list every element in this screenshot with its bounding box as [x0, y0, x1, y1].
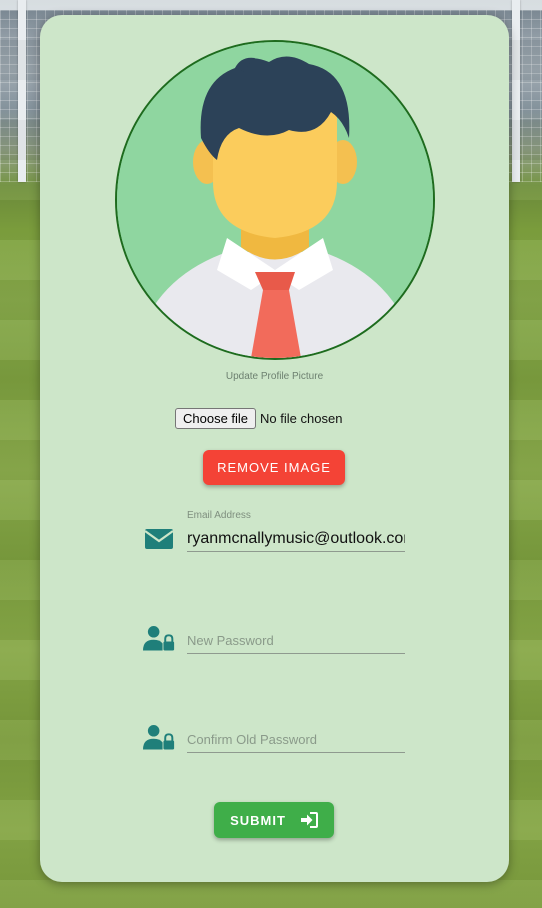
submit-button-label: SUBMIT	[230, 812, 286, 828]
background-goal-post-left	[18, 0, 26, 182]
confirm-password-field-group	[143, 719, 405, 769]
sign-in-icon	[300, 812, 318, 828]
email-field-group: Email Address	[143, 509, 405, 559]
file-status-text: No file chosen	[260, 410, 343, 426]
file-input[interactable]: Choose file No file chosen	[175, 407, 342, 429]
remove-image-button[interactable]: REMOVE IMAGE	[203, 450, 345, 485]
update-profile-picture-caption: Update Profile Picture	[225, 371, 324, 382]
default-avatar-icon	[117, 42, 433, 358]
user-lock-icon	[143, 626, 175, 651]
confirm-old-password-input[interactable]	[187, 727, 405, 753]
submit-button[interactable]: SUBMIT	[214, 802, 334, 838]
background-goal-post-right	[512, 0, 520, 182]
envelope-icon	[144, 529, 174, 549]
profile-picture	[115, 40, 435, 360]
email-label: Email Address	[187, 510, 251, 521]
background-goal-crossbar	[0, 0, 542, 10]
choose-file-button[interactable]: Choose file	[175, 407, 257, 429]
user-lock-icon	[143, 725, 175, 750]
profile-settings-card: Update Profile Picture Choose file No fi…	[40, 15, 509, 882]
new-password-field-group	[143, 620, 405, 670]
new-password-input[interactable]	[187, 628, 405, 654]
email-input[interactable]	[187, 526, 405, 552]
